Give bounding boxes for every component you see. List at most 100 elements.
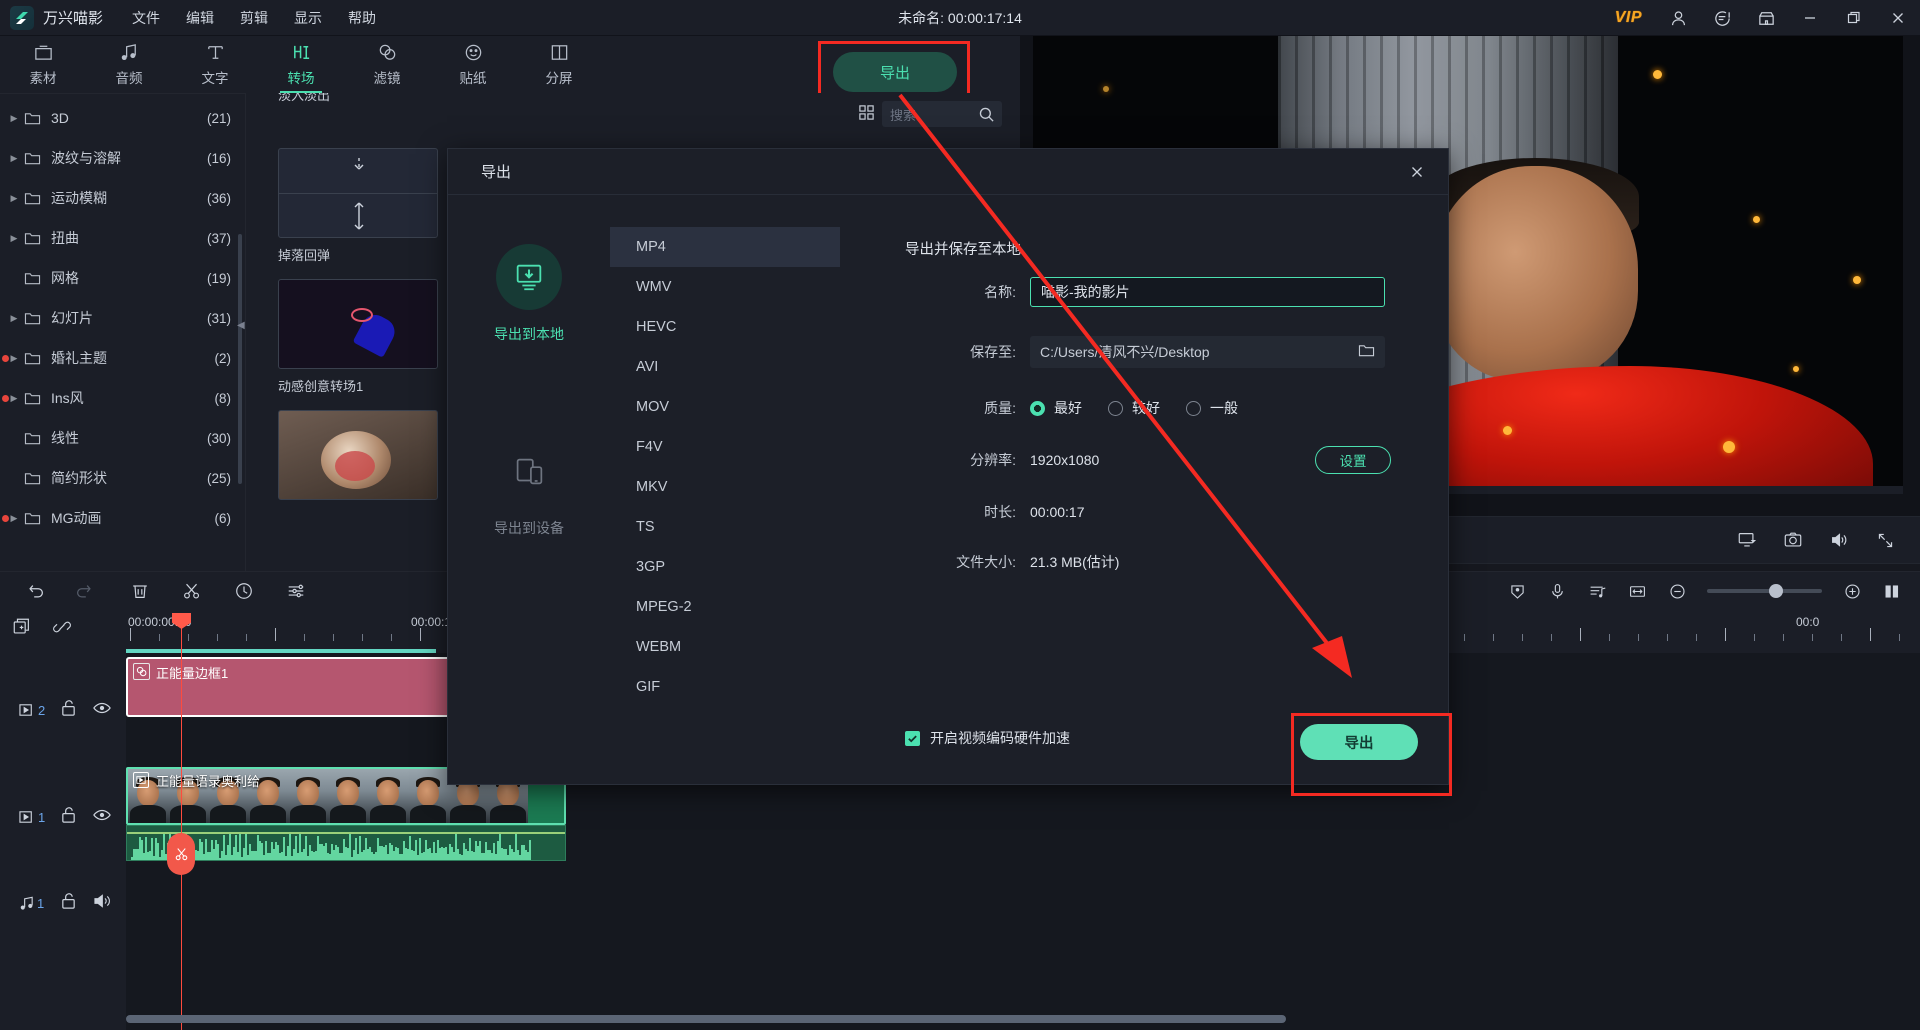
export-name-input[interactable]: 喵影-我的影片	[1030, 277, 1385, 307]
format-option-ts[interactable]: TS	[610, 507, 840, 547]
tab-audio[interactable]: 音频	[86, 36, 172, 93]
redo-icon[interactable]	[64, 572, 104, 610]
snapshot-icon[interactable]	[1770, 516, 1816, 564]
menu-file[interactable]: 文件	[119, 4, 173, 32]
expand-arrow-icon[interactable]: ▶	[8, 153, 20, 164]
category-row-8[interactable]: 线性 (30)	[0, 418, 245, 458]
menu-clip[interactable]: 剪辑	[227, 4, 281, 32]
marker-icon[interactable]	[1497, 572, 1537, 610]
category-row-5[interactable]: ▶ 幻灯片 (31)	[0, 298, 245, 338]
expand-arrow-icon[interactable]: ▶	[8, 353, 20, 364]
transition-thumbnail-0[interactable]	[278, 148, 438, 238]
expand-arrow-icon[interactable]: ▶	[8, 233, 20, 244]
format-option-mov[interactable]: MOV	[610, 387, 840, 427]
menu-help[interactable]: 帮助	[335, 4, 389, 32]
tab-filter[interactable]: 滤镜	[344, 36, 430, 93]
account-icon[interactable]	[1656, 0, 1700, 36]
split-icon[interactable]	[172, 572, 212, 610]
display-icon[interactable]	[1724, 516, 1770, 564]
timeline-zoom-knob[interactable]	[1769, 584, 1783, 598]
category-row-3[interactable]: ▶ 扭曲 (37)	[0, 218, 245, 258]
split-clip-button[interactable]	[167, 833, 195, 875]
search-icon[interactable]	[978, 106, 995, 126]
menu-view[interactable]: 显示	[281, 4, 335, 32]
category-row-0[interactable]: ▶ 3D (21)	[0, 98, 245, 138]
export-path-input[interactable]: C:/Users/清风不兴/Desktop	[1030, 336, 1385, 368]
zoom-out-icon[interactable]	[1657, 572, 1697, 610]
track-lock-icon-video-1[interactable]	[60, 806, 77, 829]
quality-option-better[interactable]: 较好	[1108, 398, 1160, 418]
close-icon[interactable]	[1402, 158, 1432, 186]
track-speaker-icon-audio-1[interactable]	[93, 893, 112, 914]
format-option-mkv[interactable]: MKV	[610, 467, 840, 507]
duration-icon[interactable]	[224, 572, 264, 610]
timeline-horizontal-scrollbar[interactable]	[126, 1015, 1791, 1023]
link-icon[interactable]	[52, 617, 72, 642]
delete-icon[interactable]	[120, 572, 160, 610]
folder-icon[interactable]	[1358, 343, 1375, 361]
search-input[interactable]: 搜索	[882, 101, 1002, 127]
tab-media[interactable]: 素材	[0, 36, 86, 93]
settings-button[interactable]: 设置	[1315, 446, 1391, 474]
track-lock-icon-audio-1[interactable]	[60, 892, 77, 915]
category-row-2[interactable]: ▶ 运动模糊 (36)	[0, 178, 245, 218]
transition-card-0[interactable]: 掉落回弹	[278, 148, 438, 264]
transition-card-2[interactable]	[278, 410, 438, 507]
timeline-zoom-slider[interactable]	[1707, 584, 1822, 598]
tab-sticker[interactable]: 贴纸	[430, 36, 516, 93]
minimize-icon[interactable]	[1788, 0, 1832, 36]
expand-arrow-icon[interactable]: ▶	[8, 393, 20, 404]
format-option-avi[interactable]: AVI	[610, 347, 840, 387]
fit-timeline-icon[interactable]	[1617, 572, 1657, 610]
timeline-playhead[interactable]	[172, 613, 191, 1030]
tab-text[interactable]: 文字	[172, 36, 258, 93]
tab-transition[interactable]: 转场	[258, 36, 344, 93]
track-lock-icon-video-2[interactable]	[60, 699, 77, 722]
quality-option-best[interactable]: 最好	[1030, 398, 1082, 418]
maximize-icon[interactable]	[1832, 0, 1876, 36]
close-icon[interactable]	[1876, 0, 1920, 36]
add-track-icon[interactable]	[12, 617, 32, 642]
hw-acceleration-checkbox-row[interactable]: 开启视频编码硬件加速	[905, 728, 1070, 748]
fullscreen-icon[interactable]	[1862, 516, 1908, 564]
timeline-scroll-thumb[interactable]	[126, 1015, 1286, 1023]
category-row-9[interactable]: 简约形状 (25)	[0, 458, 245, 498]
category-row-1[interactable]: ▶ 波纹与溶解 (16)	[0, 138, 245, 178]
render-bar-icon[interactable]	[1872, 572, 1912, 610]
zoom-in-icon[interactable]	[1832, 572, 1872, 610]
panel-collapse-handle[interactable]: ◀	[237, 320, 245, 331]
transition-category-list[interactable]: ▶ 3D (21) ▶ 波纹与溶解 (16) ▶ 运动模糊 (36) ▶ 扭曲 (37) 网格 (19) ▶…	[0, 93, 245, 571]
expand-arrow-icon[interactable]: ▶	[8, 113, 20, 124]
quality-option-normal[interactable]: 一般	[1186, 398, 1238, 418]
format-option-gif[interactable]: GIF	[610, 667, 840, 707]
category-row-6[interactable]: ▶ 婚礼主题 (2)	[0, 338, 245, 378]
format-option-mpeg-2[interactable]: MPEG-2	[610, 587, 840, 627]
transition-card-1[interactable]: 动感创意转场1	[278, 279, 438, 395]
category-row-10[interactable]: ▶ MG动画 (6)	[0, 498, 245, 538]
checkbox-checked-icon[interactable]	[905, 730, 920, 746]
format-option-wmv[interactable]: WMV	[610, 267, 840, 307]
track-eye-icon-video-1[interactable]	[93, 808, 111, 827]
tab-splitscreen[interactable]: 分屏	[516, 36, 602, 93]
destination-local[interactable]: 导出到本地	[448, 219, 610, 369]
export-format-list[interactable]: MP4 WMV HEVC AVI MOV F4V MKV TS 3GP MPEG-2 WEBM GIF	[610, 227, 840, 707]
category-row-4[interactable]: 网格 (19)	[0, 258, 245, 298]
track-eye-icon-video-2[interactable]	[93, 701, 111, 720]
volume-icon[interactable]	[1816, 516, 1862, 564]
format-option-3gp[interactable]: 3GP	[610, 547, 840, 587]
expand-arrow-icon[interactable]: ▶	[8, 513, 20, 524]
format-option-hevc[interactable]: HEVC	[610, 307, 840, 347]
format-option-mp4[interactable]: MP4	[610, 227, 840, 267]
voiceover-icon[interactable]	[1537, 572, 1577, 610]
expand-arrow-icon[interactable]: ▶	[8, 313, 20, 324]
vip-badge[interactable]: VIP	[1601, 9, 1656, 27]
format-option-f4v[interactable]: F4V	[610, 427, 840, 467]
expand-arrow-icon[interactable]: ▶	[8, 193, 20, 204]
destination-device[interactable]: 导出到设备	[448, 413, 610, 563]
audio-mix-icon[interactable]	[1577, 572, 1617, 610]
feedback-icon[interactable]	[1700, 0, 1744, 36]
category-row-7[interactable]: ▶ Ins风 (8)	[0, 378, 245, 418]
settings-icon[interactable]	[276, 572, 316, 610]
grid-view-icon[interactable]	[858, 104, 875, 126]
menu-edit[interactable]: 编辑	[173, 4, 227, 32]
